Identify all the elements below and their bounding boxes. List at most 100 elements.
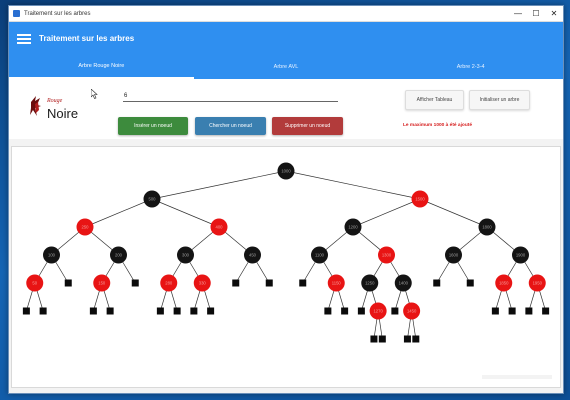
nil-leaf (542, 307, 550, 315)
tree-node-bbba[interactable]: 1850 (495, 274, 513, 292)
tab-red-black[interactable]: Arbre Rouge Noire (9, 55, 194, 79)
tab-bar: Arbre Rouge Noire Arbre AVL Arbre 2-3-4 (9, 55, 563, 79)
nil-leaf (341, 307, 349, 315)
node-label: 500 (149, 197, 157, 202)
app-bar: Traitement sur les arbres (9, 22, 563, 55)
nil-leaf (324, 307, 332, 315)
node-label: 1450 (407, 309, 417, 314)
watermark (482, 375, 552, 379)
tree-node-baa[interactable]: 1100 (311, 246, 328, 264)
node-label: 400 (216, 225, 224, 230)
node-label: 1950 (533, 281, 543, 286)
nil-leaf (173, 307, 181, 315)
nil-leaf (106, 307, 114, 315)
node-label: 1270 (373, 309, 383, 314)
tree-node-bbbb[interactable]: 1950 (528, 274, 546, 292)
node-label: 1400 (399, 281, 409, 286)
tree-node-bbb[interactable]: 1900 (512, 246, 529, 264)
tree-edge (285, 170, 421, 200)
node-label: 1500 (415, 197, 425, 202)
tree-edge (151, 198, 220, 228)
nil-leaf (39, 307, 47, 315)
nil-leaf (508, 307, 516, 315)
nil-leaf (64, 279, 72, 287)
node-label: 1200 (348, 225, 358, 230)
tree-node-babbb[interactable]: 1450 (403, 302, 421, 320)
nil-leaf (357, 307, 365, 315)
node-label: 100 (48, 253, 56, 258)
tree-node-bba[interactable]: 1600 (445, 246, 462, 264)
tree-canvas: 1000 500 250 100 50 200 150 400 300 280 330 450 1500… (11, 146, 561, 388)
error-message: Le maximum 1000 à été ajouté (403, 123, 473, 128)
nil-leaf (89, 307, 97, 315)
tree-node-aa[interactable]: 250 (76, 218, 94, 236)
close-icon[interactable]: ✕ (545, 6, 563, 21)
tree-node-aaaa[interactable]: 50 (26, 274, 44, 292)
node-label: 250 (82, 225, 90, 230)
tree-edge (352, 198, 421, 228)
nil-leaf (370, 335, 378, 343)
window-title: Traitement sur les arbres (24, 10, 91, 17)
tree-node-ba[interactable]: 1200 (344, 218, 362, 236)
tree-node-a[interactable]: 500 (143, 190, 161, 208)
tree-node-bb[interactable]: 1800 (478, 218, 496, 236)
tab-234[interactable]: Arbre 2-3-4 (378, 55, 563, 79)
node-label: 1900 (516, 253, 526, 258)
tree-node-aaba[interactable]: 150 (93, 274, 111, 292)
minimize-icon[interactable]: — (509, 6, 527, 21)
tree-node-aab[interactable]: 200 (110, 246, 127, 264)
reset-tree-button[interactable]: Initialiser un arbre (469, 90, 530, 110)
tree-svg: 1000 500 250 100 50 200 150 400 300 280 330 450 1500… (22, 162, 550, 343)
node-label: 450 (249, 253, 257, 258)
value-input-text: 6 (124, 93, 128, 99)
tree-edge (151, 170, 287, 200)
tree-node-abb[interactable]: 450 (244, 246, 261, 264)
title-bar: Traitement sur les arbres — ☐ ✕ (9, 6, 563, 22)
tree-node-aba[interactable]: 300 (177, 246, 194, 264)
nil-leaf (299, 279, 307, 287)
find-node-button[interactable]: Chercher un noeud (195, 117, 266, 135)
nil-leaf (156, 307, 164, 315)
nil-leaf (403, 335, 411, 343)
nil-leaf (265, 279, 273, 287)
nil-leaf (378, 335, 386, 343)
value-input[interactable]: 6 (123, 89, 338, 102)
nil-leaf (190, 307, 198, 315)
tree-node-babb[interactable]: 1400 (394, 274, 412, 292)
tree-edge (84, 198, 153, 228)
node-label: 1850 (499, 281, 509, 286)
node-label: 150 (98, 281, 106, 286)
app-logo: Rouge Noire (30, 96, 78, 121)
node-label: 1150 (332, 281, 342, 286)
delete-node-button[interactable]: Supprimer un noeud (272, 117, 343, 135)
nil-leaf (232, 279, 240, 287)
tree-node-abab[interactable]: 330 (193, 274, 211, 292)
insert-node-button[interactable]: Insérer un noeud (118, 117, 188, 135)
tree-node-babab[interactable]: 1270 (369, 302, 387, 320)
nil-leaf (391, 307, 399, 315)
nil-leaf (491, 307, 499, 315)
tree-node-abaa[interactable]: 280 (160, 274, 178, 292)
node-label: 1800 (482, 225, 492, 230)
tree-node-r[interactable]: 1000 (277, 162, 295, 180)
tree-node-baba[interactable]: 1250 (361, 274, 379, 292)
tree-node-bab[interactable]: 1300 (378, 246, 395, 264)
tree-node-b[interactable]: 1500 (411, 190, 429, 208)
tree-node-aaa[interactable]: 100 (43, 246, 60, 264)
node-label: 50 (32, 281, 37, 286)
tree-node-ab[interactable]: 400 (210, 218, 228, 236)
node-label: 330 (199, 281, 207, 286)
show-table-button[interactable]: Afficher Tableau (405, 90, 464, 110)
maximize-icon[interactable]: ☐ (527, 6, 545, 21)
tree-node-baab[interactable]: 1150 (327, 274, 345, 292)
nil-leaf (22, 307, 30, 315)
app-icon (13, 10, 20, 17)
logo-small-text: Rouge (46, 98, 63, 104)
node-label: 200 (115, 253, 123, 258)
nil-leaf (131, 279, 139, 287)
nil-leaf (412, 335, 420, 343)
logo-big-text: Noire (47, 106, 78, 121)
menu-icon[interactable] (17, 33, 31, 44)
nil-leaf (433, 279, 441, 287)
tab-avl[interactable]: Arbre AVL (194, 55, 379, 79)
